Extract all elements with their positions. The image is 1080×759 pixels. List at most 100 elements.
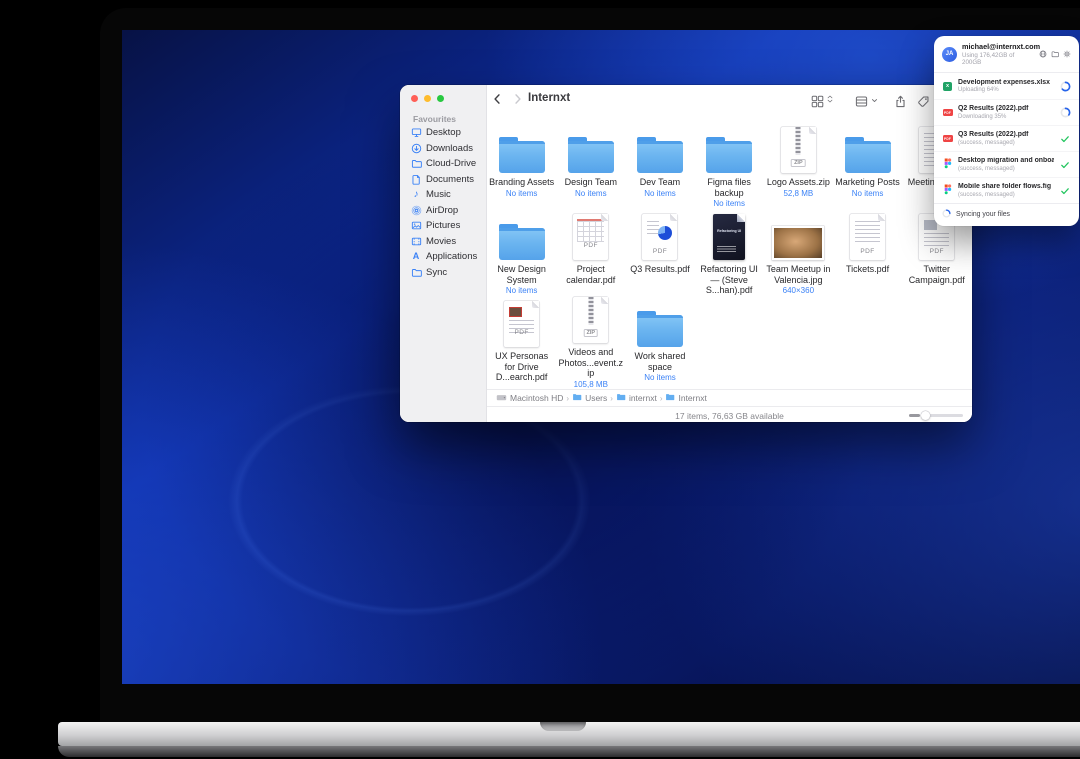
sidebar-item-documents[interactable]: Documents xyxy=(407,172,483,188)
pdf-mini-icon: PDF xyxy=(943,109,953,116)
file-item[interactable]: Branding AssetsNo items xyxy=(487,123,556,210)
file-item[interactable]: Team Meetup in Valencia.jpg640×360 xyxy=(764,210,833,297)
file-item[interactable]: Refactoring UI Refactoring UI — (Steve S… xyxy=(695,210,764,297)
check-icon xyxy=(1060,186,1070,196)
close-button[interactable] xyxy=(411,95,418,102)
globe-icon[interactable] xyxy=(1039,45,1047,63)
sidebar-item-label: AirDrop xyxy=(426,205,458,216)
file-item[interactable]: Dev TeamNo items xyxy=(625,123,694,210)
folder-icon xyxy=(665,392,675,404)
sidebar-item-applications[interactable]: A Applications xyxy=(407,249,483,265)
sync-item-name: Q2 Results (2022).pdf xyxy=(958,105,1054,112)
file-meta: No items xyxy=(644,189,676,198)
window-title: Internxt xyxy=(528,92,570,104)
sidebar-item-cloud-drive[interactable]: Cloud-Drive xyxy=(407,156,483,172)
folder-icon xyxy=(637,137,683,173)
back-button[interactable] xyxy=(491,92,504,111)
sidebar-item-airdrop[interactable]: AirDrop xyxy=(407,203,483,219)
account-email: michael@internxt.com xyxy=(962,42,1034,51)
sidebar-item-pictures[interactable]: Pictures xyxy=(407,218,483,234)
sidebar-item-sync[interactable]: Sync xyxy=(407,265,483,281)
sync-item[interactable]: PDF Q3 Results (2022).pdf (success, mess… xyxy=(934,125,1079,151)
file-item[interactable]: ZIP Videos and Photos...event.zip105,8 M… xyxy=(556,297,625,384)
file-item[interactable]: PDF Q3 Results.pdf xyxy=(625,210,694,297)
slider-thumb[interactable] xyxy=(921,411,930,420)
sidebar-item-desktop[interactable]: Desktop xyxy=(407,125,483,141)
folder-icon[interactable] xyxy=(1051,45,1059,63)
file-item[interactable]: New Design SystemNo items xyxy=(487,210,556,297)
pdf-mini-icon: PDF xyxy=(943,135,953,142)
file-name: Logo Assets.zip xyxy=(767,177,830,188)
file-item[interactable]: Marketing PostsNo items xyxy=(833,123,902,210)
file-item[interactable]: Figma files backupNo items xyxy=(695,123,764,210)
sync-item[interactable]: Desktop migration and onboardi... (succe… xyxy=(934,151,1079,177)
file-item[interactable]: Design TeamNo items xyxy=(556,123,625,210)
folder-icon xyxy=(499,137,545,173)
file-name: Tickets.pdf xyxy=(846,264,889,275)
sidebar-item-label: Pictures xyxy=(426,220,460,231)
file-name: Q3 Results.pdf xyxy=(630,264,690,275)
file-item[interactable]: Work shared spaceNo items xyxy=(625,297,694,384)
pdf-persona-icon: PDF xyxy=(504,301,539,347)
finder-window: Favourites Desktop Downloads Cloud-Drive… xyxy=(400,85,972,422)
sidebar-item-label: Sync xyxy=(426,267,447,278)
file-item[interactable]: ZIP Logo Assets.zip52,8 MB xyxy=(764,123,833,210)
forward-button[interactable] xyxy=(511,92,524,111)
file-meta: 640×360 xyxy=(783,286,814,295)
sync-item-list: x Development expenses.xlsx Uploading 64… xyxy=(934,72,1079,203)
sync-footer: Syncing your files xyxy=(934,203,1079,226)
document-icon xyxy=(410,173,422,185)
file-meta: No items xyxy=(506,286,538,295)
sync-widget: JA michael@internxt.com Using 176,42GB o… xyxy=(934,36,1079,226)
file-name: Figma files backup xyxy=(696,177,762,198)
storage-usage: Using 176,42GB of 200GB xyxy=(962,52,1034,66)
sync-item[interactable]: Mobile share folder flows.fig (success, … xyxy=(934,177,1079,203)
file-meta: No items xyxy=(575,189,607,198)
applications-icon: A xyxy=(410,251,422,263)
music-note-icon: ♪ xyxy=(410,189,422,201)
sync-item[interactable]: PDF Q2 Results (2022).pdf Downloading 35… xyxy=(934,99,1079,125)
file-item[interactable]: PDF Project calendar.pdf xyxy=(556,210,625,297)
photo-thumbnail-icon xyxy=(772,226,824,260)
minimize-button[interactable] xyxy=(424,95,431,102)
gear-icon[interactable] xyxy=(1063,45,1071,63)
file-name: Videos and Photos...event.zip xyxy=(558,347,624,379)
breadcrumb-segment[interactable]: internxt xyxy=(616,392,657,404)
sync-item[interactable]: x Development expenses.xlsx Uploading 64… xyxy=(934,73,1079,99)
check-icon xyxy=(1060,134,1070,144)
sync-item-name: Development expenses.xlsx xyxy=(958,79,1054,86)
check-icon xyxy=(1060,160,1070,170)
breadcrumb-segment[interactable]: Internxt xyxy=(665,392,706,404)
toolbar-share-button[interactable] xyxy=(894,95,907,108)
file-item[interactable]: PDF UX Personas for Drive D...earch.pdf xyxy=(487,297,556,384)
laptop-thumb-groove xyxy=(540,722,586,731)
sidebar-item-label: Movies xyxy=(426,236,456,247)
zoom-button[interactable] xyxy=(437,95,444,102)
file-name: Marketing Posts xyxy=(835,177,900,188)
folder-icon xyxy=(568,137,614,173)
toolbar-tag-button[interactable] xyxy=(917,95,930,108)
sidebar-item-downloads[interactable]: Downloads xyxy=(407,141,483,157)
file-item[interactable]: PDF Tickets.pdf xyxy=(833,210,902,297)
toolbar-view-button[interactable] xyxy=(811,92,834,110)
file-name: Twitter Campaign.pdf xyxy=(904,264,970,285)
toolbar-group-button[interactable] xyxy=(855,92,879,110)
sync-item-status: (success, messaged) xyxy=(958,192,1054,198)
file-meta: 52,8 MB xyxy=(783,189,813,198)
sync-widget-header: JA michael@internxt.com Using 176,42GB o… xyxy=(934,36,1079,72)
breadcrumb-segment[interactable]: Users xyxy=(572,392,607,404)
pictures-icon xyxy=(410,220,422,232)
airdrop-icon xyxy=(410,204,422,216)
breadcrumb-separator: › xyxy=(660,394,663,403)
pdf-spreadsheet-icon: PDF xyxy=(573,214,608,260)
traffic-lights xyxy=(411,95,444,102)
chevron-down-icon xyxy=(870,92,879,110)
folder-icon xyxy=(410,158,422,170)
sidebar-item-music[interactable]: ♪ Music xyxy=(407,187,483,203)
icon-size-slider[interactable] xyxy=(909,414,963,417)
breadcrumb-segment[interactable]: Macintosh HD xyxy=(496,392,563,405)
file-meta: No items xyxy=(644,373,676,382)
sidebar-item-movies[interactable]: Movies xyxy=(407,234,483,250)
file-name: Refactoring UI — (Steve S...han).pdf xyxy=(696,264,762,296)
sync-spinner-icon xyxy=(942,209,951,220)
